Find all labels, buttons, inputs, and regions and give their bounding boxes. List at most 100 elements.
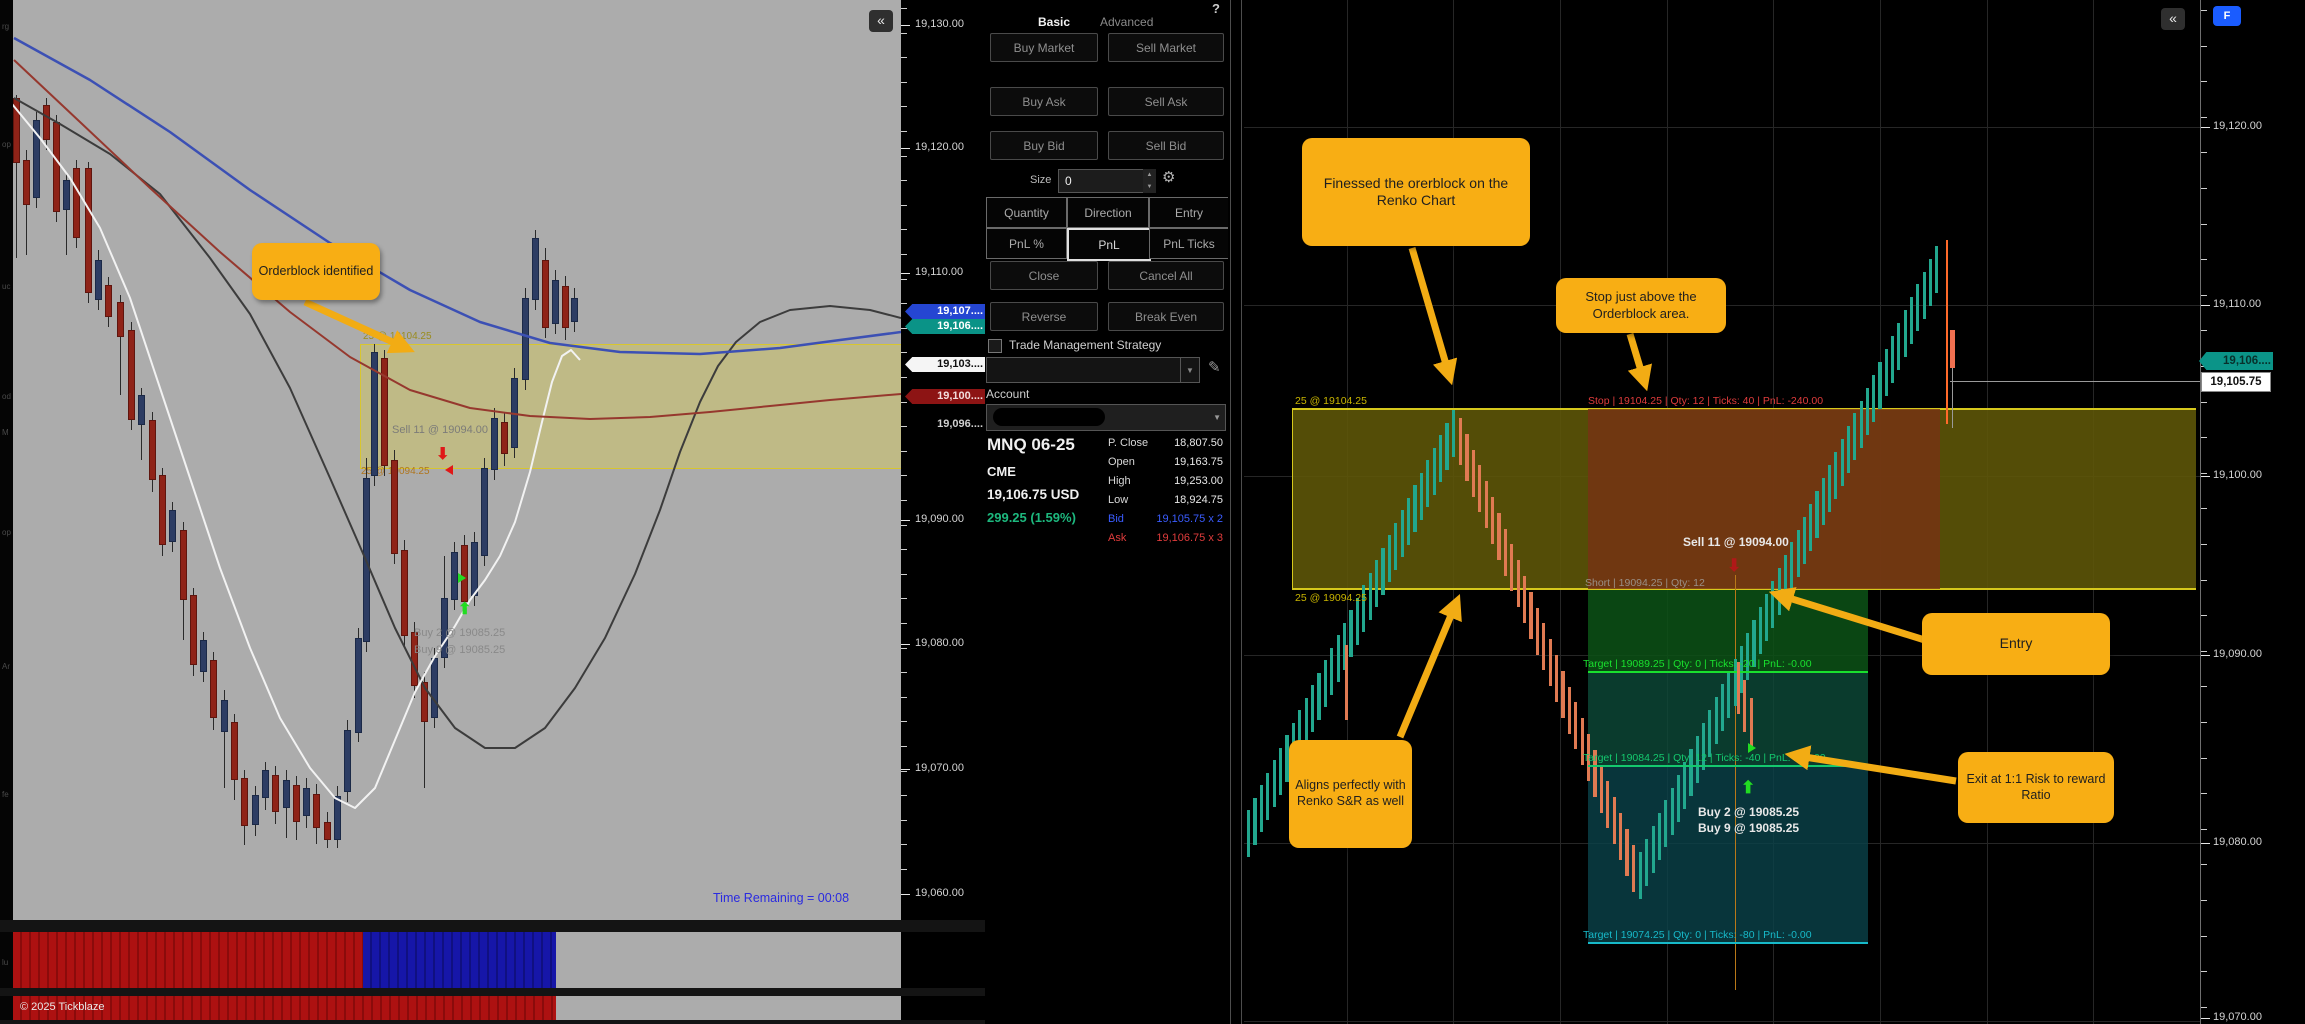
left-chart-price-axis[interactable]: 19,130.00 19,120.00 19,110.00 19,090.00 19,0… xyxy=(901,0,986,1024)
tab-advanced[interactable]: Advanced xyxy=(1100,15,1153,29)
axis-tick xyxy=(901,500,907,501)
candle xyxy=(43,105,50,140)
stepper-up-icon[interactable]: ▲ xyxy=(1147,172,1153,178)
account-select[interactable]: ▼ xyxy=(986,404,1226,431)
price-badge: 19,107.... xyxy=(905,304,986,319)
renko-bar xyxy=(1631,844,1635,892)
pnl-button[interactable]: PnL xyxy=(1067,228,1151,261)
pnl-pct-button[interactable]: PnL % xyxy=(986,228,1067,259)
axis-tick xyxy=(901,770,907,772)
entry-button[interactable]: Entry xyxy=(1149,197,1229,228)
buy-market-button[interactable]: Buy Market xyxy=(990,33,1098,62)
renko-bar xyxy=(1676,774,1680,822)
renko-bar xyxy=(1916,284,1920,332)
gear-icon[interactable]: ⚙ xyxy=(1162,168,1175,186)
renko-chart[interactable]: Stop | 19104.25 | Qty: 12 | Ticks: 40 | … xyxy=(1244,0,2200,1024)
flag-badge[interactable]: F xyxy=(2213,6,2241,26)
renko-bar xyxy=(1445,422,1449,470)
quantity-button[interactable]: Quantity xyxy=(986,197,1067,228)
collapse-right-chart-button[interactable]: « xyxy=(2161,8,2185,30)
axis-price-label: 19,080.00 xyxy=(915,637,964,649)
ask-price-badge: 19,106.... xyxy=(2199,352,2273,370)
buy-ask-button[interactable]: Buy Ask xyxy=(990,87,1098,116)
renko-bar xyxy=(1407,497,1411,545)
tms-checkbox[interactable] xyxy=(988,339,1002,353)
target-line-3[interactable] xyxy=(1588,942,1868,944)
stepper-down-icon[interactable]: ▼ xyxy=(1147,184,1153,190)
axis-tick xyxy=(2201,655,2210,656)
help-icon[interactable]: ? xyxy=(1212,1,1220,16)
renko-bar xyxy=(1645,839,1649,887)
pnl-ticks-button[interactable]: PnL Ticks xyxy=(1149,228,1229,259)
stat-value: 19,163.75 xyxy=(1174,456,1223,468)
candle xyxy=(262,770,269,798)
renko-bar xyxy=(1664,800,1668,848)
candle xyxy=(252,795,259,825)
candle xyxy=(532,238,539,300)
candle xyxy=(283,780,290,808)
trading-workspace: rgopucodMopArfeMElu 25 @ 19104.2525 @ 19… xyxy=(0,0,2305,1024)
renko-bar xyxy=(1891,336,1895,383)
candle xyxy=(241,778,248,826)
direction-button[interactable]: Direction xyxy=(1067,197,1149,228)
axis-tick xyxy=(901,672,907,674)
cancel-all-button[interactable]: Cancel All xyxy=(1108,261,1224,290)
candle xyxy=(138,395,145,425)
time-remaining-label: Time Remaining = 00:08 xyxy=(713,891,850,905)
sell-bid-button[interactable]: Sell Bid xyxy=(1108,131,1224,160)
renko-bar xyxy=(1714,697,1718,745)
candle xyxy=(159,475,166,545)
break-even-button[interactable]: Break Even xyxy=(1108,302,1224,331)
renko-bar xyxy=(1815,490,1819,538)
close-button[interactable]: Close xyxy=(990,261,1098,290)
renko-bar xyxy=(1720,684,1725,732)
candle xyxy=(381,358,388,466)
sell-ask-button[interactable]: Sell Ask xyxy=(1108,87,1224,116)
axis-tick xyxy=(901,894,910,895)
tab-basic[interactable]: Basic xyxy=(1038,15,1070,29)
gridline-h xyxy=(1244,127,2200,128)
axis-tick xyxy=(2201,1018,2210,1019)
buy-fill-label: Buy 9 @ 19085.25 xyxy=(414,644,506,656)
panel-separator xyxy=(0,988,985,996)
target-line-1[interactable] xyxy=(1588,671,1868,673)
current-price-line xyxy=(1950,381,2200,382)
candlestick-chart[interactable]: 25 @ 19104.2525 @ 19094.25Sell 11 @ 1909… xyxy=(13,0,901,920)
axis-tick xyxy=(901,229,907,231)
right-chart-price-axis[interactable]: 19,120.00 19,110.00 19,100.00 19,090.00 19,0… xyxy=(2199,0,2305,1024)
candle xyxy=(451,552,458,600)
renko-bar xyxy=(1523,576,1527,623)
axis-tick xyxy=(901,647,907,649)
chevron-down-icon[interactable]: ▼ xyxy=(1213,413,1221,422)
collapse-left-chart-button[interactable]: « xyxy=(869,10,893,32)
size-input[interactable]: 0 xyxy=(1058,169,1148,193)
renko-bar xyxy=(1809,503,1813,551)
axis-tick xyxy=(901,844,907,846)
renko-bar xyxy=(1491,497,1495,544)
edit-strategy-icon[interactable]: ✎ xyxy=(1208,358,1221,376)
target-line-2[interactable] xyxy=(1588,765,1868,767)
reverse-button[interactable]: Reverse xyxy=(990,302,1098,331)
panel-splitter[interactable] xyxy=(1228,0,1244,1024)
axis-tick xyxy=(901,598,907,600)
renko-bar xyxy=(1606,781,1610,829)
buy-bid-button[interactable]: Buy Bid xyxy=(990,131,1098,160)
sell-fill-label: Sell 11 @ 19094.00 xyxy=(392,424,488,436)
size-stepper[interactable]: ▲ ▼ xyxy=(1143,169,1156,193)
symbol-change: 299.25 (1.59%) xyxy=(987,510,1076,525)
target-order-label: Target | 19084.25 | Qty: 12 | Ticks: -40… xyxy=(1583,752,1826,764)
renko-bar xyxy=(1465,433,1469,481)
strategy-select[interactable]: ▼ xyxy=(986,357,1200,383)
renko-bar xyxy=(1657,813,1662,861)
renko-bar xyxy=(1349,610,1353,657)
renko-bar xyxy=(1796,529,1800,577)
sell-market-button[interactable]: Sell Market xyxy=(1108,33,1224,62)
axis-tick xyxy=(2201,476,2210,477)
chevron-down-icon[interactable]: ▼ xyxy=(1180,358,1199,382)
stat-value: 19,106.75 x 3 xyxy=(1156,532,1223,544)
collapsed-left-panel[interactable]: rgopucodMopArfeMElu xyxy=(0,0,13,1024)
candle xyxy=(334,796,341,840)
renko-bar xyxy=(1253,797,1257,845)
axis-price-label: 19,080.00 xyxy=(2213,836,2262,848)
renko-bar xyxy=(1884,348,1888,396)
